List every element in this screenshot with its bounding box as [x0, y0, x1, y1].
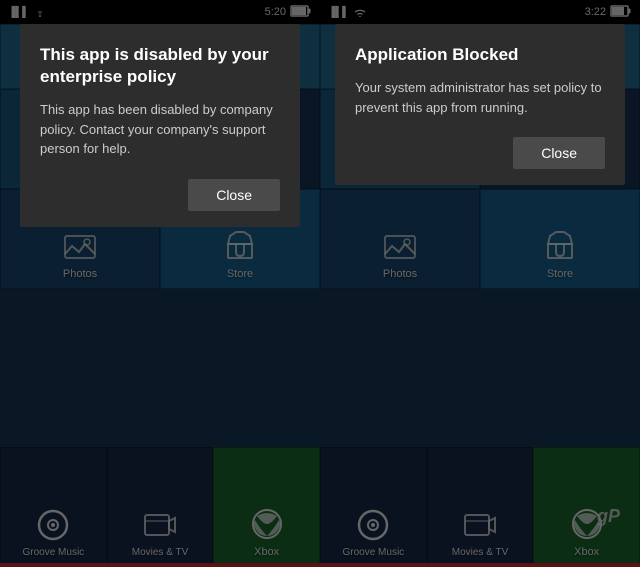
left-dialog-message: This app has been disabled by company po… [40, 100, 280, 159]
left-dialog-title: This app is disabled by your enterprise … [40, 44, 280, 88]
right-phone-screen: ▐▌▌ 3:22 [320, 0, 640, 567]
right-close-button[interactable]: Close [513, 137, 605, 169]
left-phone-screen: ▐▌▌ 5:20 [0, 0, 320, 567]
right-dialog: Application Blocked Your system administ… [335, 24, 625, 185]
right-dialog-buttons: Close [355, 137, 605, 169]
left-dialog-overlay: This app is disabled by your enterprise … [0, 0, 320, 567]
right-dialog-overlay: Application Blocked Your system administ… [320, 0, 640, 567]
right-dialog-message: Your system administrator has set policy… [355, 78, 605, 117]
left-close-button[interactable]: Close [188, 179, 280, 211]
left-dialog: This app is disabled by your enterprise … [20, 24, 300, 227]
left-dialog-buttons: Close [40, 179, 280, 211]
right-dialog-title: Application Blocked [355, 44, 605, 66]
